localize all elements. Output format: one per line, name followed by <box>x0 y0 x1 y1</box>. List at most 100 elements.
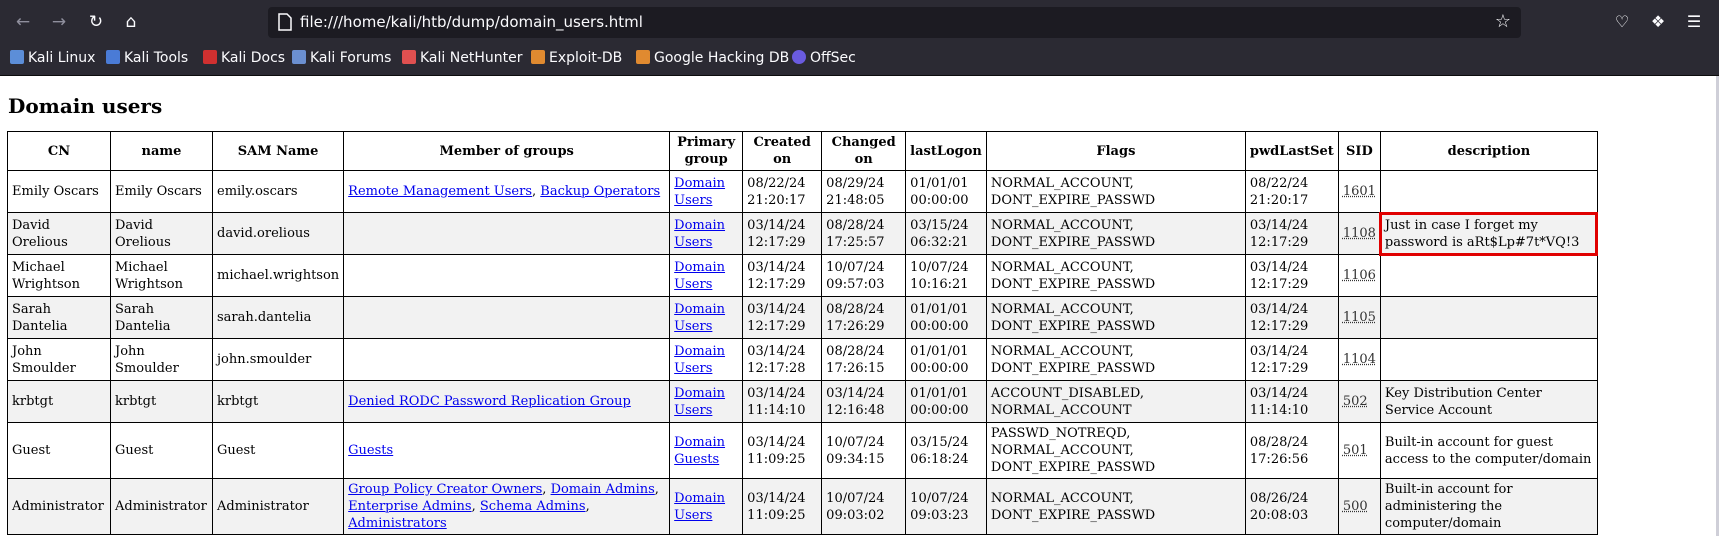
sam-name-cell: Guest <box>211 422 345 479</box>
bookmark-star-icon[interactable]: ☆ <box>1495 11 1511 32</box>
description-cell <box>1379 254 1598 297</box>
nethunter-icon <box>402 50 416 64</box>
group-link[interactable]: Backup Operators <box>540 184 660 199</box>
kali-docs-icon <box>203 50 217 64</box>
kali-icon <box>10 50 24 64</box>
created-on-cell: 03/14/24 11:14:10 <box>742 380 823 423</box>
pwd-last-set-cell: 08/28/24 17:26:56 <box>1244 422 1339 479</box>
table-row: John Smoulder John Smoulder john.smoulder D… <box>7 338 1598 381</box>
primary-group-link[interactable]: Domain Users <box>674 176 725 208</box>
primary-group-link[interactable]: Domain Users <box>674 491 725 523</box>
table-row: Sarah Dantelia Sarah Dantelia sarah.dantel… <box>7 296 1598 339</box>
home-icon[interactable]: ⌂ <box>120 11 142 33</box>
column-header: Flags <box>985 131 1246 171</box>
primary-group-link[interactable]: Domain Users <box>674 218 725 250</box>
flags-cell: NORMAL_ACCOUNT, DONT_EXPIRE_PASSWD <box>985 296 1246 339</box>
table-row: David Orelious David Orelious david.orelio… <box>7 211 1599 256</box>
exploit-db-icon <box>531 50 545 64</box>
name-cell: Sarah Dantelia <box>110 296 213 339</box>
bookmark-exploit-db[interactable]: Exploit-DB <box>531 50 622 66</box>
sam-name-cell: michael.wrightson <box>211 254 345 297</box>
cn-cell: Sarah Dantelia <box>7 296 111 339</box>
primary-group-link[interactable]: Domain Users <box>674 344 725 376</box>
primary-group-cell: Domain Users <box>669 212 744 255</box>
cn-cell: Emily Oscars <box>7 170 111 213</box>
groups-cell <box>343 212 671 255</box>
changed-on-cell: 08/29/24 21:48:05 <box>821 170 907 213</box>
primary-group-link[interactable]: Domain Users <box>674 260 725 292</box>
browser-toolbar: ← → ↻ ⌂ file:///home/kali/htb/dump/domai… <box>0 0 1719 44</box>
table-row: Emily Oscars Emily Oscars emily.oscars Remo… <box>7 170 1598 213</box>
flags-cell: NORMAL_ACCOUNT, DONT_EXPIRE_PASSWD <box>985 338 1246 381</box>
table-header-row: CN name SAM Name Member of groups Primary gr… <box>7 131 1598 171</box>
last-logon-cell: 10/07/24 09:03:23 <box>905 478 987 535</box>
description-cell: Just in case I forget my password is aRt… <box>1379 211 1599 256</box>
group-link[interactable]: Group Policy Creator Owners <box>348 482 542 497</box>
url-bar[interactable]: file:///home/kali/htb/dump/domain_users.… <box>268 7 1521 38</box>
created-on-cell: 08/22/24 21:20:17 <box>742 170 823 213</box>
bookmark-kali-docs[interactable]: Kali Docs <box>203 50 285 66</box>
cn-cell: Michael Wrightson <box>7 254 111 297</box>
sid-link[interactable]: 1601 <box>1343 184 1376 199</box>
forward-arrow-icon[interactable]: → <box>48 11 70 33</box>
flags-cell: NORMAL_ACCOUNT, DONT_EXPIRE_PASSWD <box>985 478 1246 535</box>
last-logon-cell: 01/01/01 00:00:00 <box>905 338 987 381</box>
group-link[interactable]: Administrators <box>348 516 447 531</box>
sid-link[interactable]: 1106 <box>1343 268 1376 283</box>
sid-link[interactable]: 1104 <box>1343 352 1376 367</box>
group-link[interactable]: Remote Management Users <box>348 184 532 199</box>
flags-cell: NORMAL_ACCOUNT, DONT_EXPIRE_PASSWD <box>985 212 1246 255</box>
group-link[interactable]: Denied RODC Password Replication Group <box>348 394 631 409</box>
menu-icon[interactable]: ☰ <box>1683 11 1705 33</box>
description-cell <box>1379 296 1598 339</box>
bookmark-kali-forums[interactable]: Kali Forums <box>292 50 391 66</box>
sid-link[interactable]: 501 <box>1343 443 1368 458</box>
kali-tools-icon <box>106 50 120 64</box>
groups-cell <box>343 254 671 297</box>
cn-cell: John Smoulder <box>7 338 111 381</box>
description-cell: Built-in account for guest access to the… <box>1379 422 1598 479</box>
group-link[interactable]: Domain Admins <box>551 482 655 497</box>
primary-group-cell: Domain Users <box>669 478 744 535</box>
groups-cell: Denied RODC Password Replication Group <box>343 380 671 423</box>
description-cell <box>1379 170 1598 213</box>
sam-name-cell: david.orelious <box>211 212 345 255</box>
created-on-cell: 03/14/24 12:17:29 <box>742 212 823 255</box>
sid-cell: 500 <box>1337 478 1381 535</box>
primary-group-link[interactable]: Domain Users <box>674 302 725 334</box>
cn-cell: Guest <box>7 422 111 479</box>
groups-cell: Group Policy Creator Owners, Domain Admi… <box>343 478 671 535</box>
primary-group-cell: Domain Users <box>669 170 744 213</box>
sid-cell: 1104 <box>1337 338 1381 381</box>
column-header: Changed on <box>821 131 907 171</box>
reload-icon[interactable]: ↻ <box>85 11 107 33</box>
changed-on-cell: 10/07/24 09:34:15 <box>821 422 907 479</box>
primary-group-link[interactable]: Domain Users <box>674 386 725 418</box>
sid-link[interactable]: 1108 <box>1343 226 1376 241</box>
flags-cell: ACCOUNT_DISABLED, NORMAL_ACCOUNT <box>985 380 1246 423</box>
sid-link[interactable]: 500 <box>1343 499 1368 514</box>
bookmark-google-hacking-db[interactable]: Google Hacking DB <box>636 50 789 66</box>
table-row: Administrator Administrator Administrator G… <box>7 478 1598 535</box>
column-header: Member of groups <box>343 131 671 171</box>
group-link[interactable]: Enterprise Admins <box>348 499 471 514</box>
back-arrow-icon[interactable]: ← <box>12 11 34 33</box>
description-cell: Key Distribution Center Service Account <box>1379 380 1598 423</box>
sam-name-cell: john.smoulder <box>211 338 345 381</box>
sid-link[interactable]: 502 <box>1343 394 1368 409</box>
bookmark-offsec[interactable]: OffSec <box>792 50 856 66</box>
bookmark-kali-nethunter[interactable]: Kali NetHunter <box>402 50 522 66</box>
url-text: file:///home/kali/htb/dump/domain_users.… <box>300 13 643 31</box>
bookmark-kali-tools[interactable]: Kali Tools <box>106 50 188 66</box>
bookmark-kali-linux[interactable]: Kali Linux <box>10 50 95 66</box>
primary-group-link[interactable]: Domain Guests <box>674 435 725 467</box>
extensions-icon[interactable]: ❖ <box>1647 11 1669 33</box>
description-cell: Built-in account for administering the c… <box>1379 478 1598 535</box>
group-link[interactable]: Schema Admins <box>480 499 586 514</box>
pocket-icon[interactable]: ♡ <box>1611 11 1633 33</box>
sid-cell: 1105 <box>1337 296 1381 339</box>
name-cell: Administrator <box>110 478 213 535</box>
group-link[interactable]: Guests <box>348 443 393 458</box>
column-header: name <box>110 131 213 171</box>
sid-link[interactable]: 1105 <box>1343 310 1376 325</box>
